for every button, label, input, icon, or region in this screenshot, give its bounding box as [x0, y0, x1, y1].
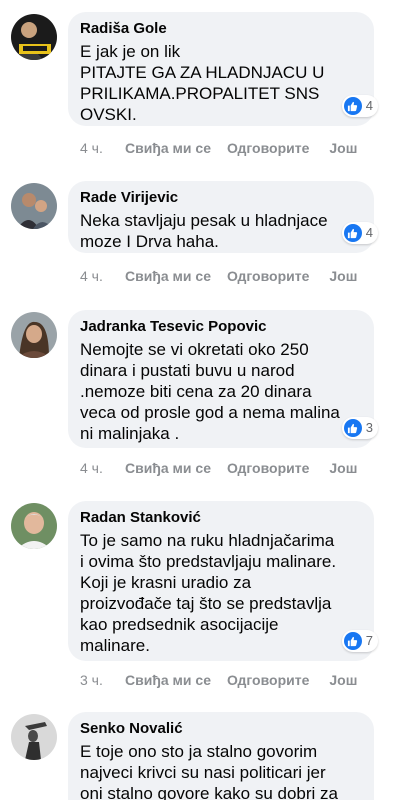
- comment-timestamp[interactable]: 3 ч.: [80, 672, 125, 688]
- comment-bubble: Radiša Gole E jak je on lik PITAJTE GA Z…: [68, 12, 378, 126]
- more-button[interactable]: Још: [329, 460, 357, 476]
- comment-bubble: Radan Stanković To je samo na ruku hladn…: [68, 501, 378, 661]
- like-icon: [343, 419, 362, 437]
- profile-photo-avatar: [11, 714, 57, 760]
- comment-text: To je samo na ruku hladnjačarima i ovima…: [80, 531, 337, 655]
- comment-author[interactable]: Rade Virijevic: [80, 188, 362, 208]
- comment-timestamp[interactable]: 4 ч.: [80, 460, 125, 476]
- comment-author[interactable]: Senko Novalić: [80, 719, 362, 739]
- reaction-summary[interactable]: 4: [341, 222, 378, 244]
- comment-bubble: Senko Novalić E toje ono sto ja stalno g…: [68, 712, 374, 800]
- reply-button[interactable]: Одговорите: [227, 140, 309, 156]
- comment-text: Nemojte se vi okretati oko 250 dinara i …: [80, 340, 340, 443]
- comment-timestamp[interactable]: 4 ч.: [80, 268, 125, 284]
- user-avatar[interactable]: [11, 312, 57, 358]
- comment-feed: Radiša Gole E jak je on lik PITAJTE GA Z…: [0, 0, 413, 800]
- comment-author[interactable]: Radiša Gole: [80, 19, 362, 39]
- comment-text: E jak je on lik PITAJTE GA ZA HLADNJACU …: [80, 42, 325, 124]
- comment-actions: 4 ч. Свиђа ми се Одговорите Још: [80, 460, 373, 476]
- comment-actions: 4 ч. Свиђа ми се Одговорите Још: [80, 140, 373, 156]
- reply-button[interactable]: Одговорите: [227, 460, 309, 476]
- like-icon: [343, 97, 362, 115]
- user-avatar[interactable]: [11, 714, 57, 760]
- more-button[interactable]: Још: [329, 672, 357, 688]
- user-avatar[interactable]: [11, 503, 57, 549]
- comment-bubble: Jadranka Tesevic Popovic Nemojte se vi o…: [68, 310, 378, 448]
- comment-bubble: Rade Virijevic Neka stavljaju pesak u hl…: [68, 181, 378, 253]
- profile-photo-avatar: [11, 503, 57, 549]
- user-avatar[interactable]: [11, 183, 57, 229]
- reaction-count: 3: [365, 420, 373, 435]
- reply-button[interactable]: Одговорите: [227, 672, 309, 688]
- more-button[interactable]: Још: [329, 268, 357, 284]
- reaction-count: 7: [365, 633, 373, 648]
- reaction-summary[interactable]: 7: [341, 630, 378, 652]
- like-button[interactable]: Свиђа ми се: [125, 460, 211, 476]
- comment-actions: 4 ч. Свиђа ми се Одговорите Још: [80, 268, 373, 284]
- more-button[interactable]: Још: [329, 140, 357, 156]
- reaction-summary[interactable]: 3: [341, 417, 378, 439]
- profile-photo-avatar: [11, 183, 57, 229]
- reaction-count: 4: [365, 98, 373, 113]
- comment-text: E toje ono sto ja stalno govorim najveci…: [80, 742, 338, 800]
- like-button[interactable]: Свиђа ми се: [125, 268, 211, 284]
- comment-author[interactable]: Jadranka Tesevic Popovic: [80, 317, 362, 337]
- comment-author[interactable]: Radan Stanković: [80, 508, 362, 528]
- reply-button[interactable]: Одговорите: [227, 268, 309, 284]
- comment-text: Neka stavljaju pesak u hladnjace moze I …: [80, 211, 328, 251]
- like-icon: [343, 224, 362, 242]
- comment-actions: 3 ч. Свиђа ми се Одговорите Још: [80, 672, 373, 688]
- comment-timestamp[interactable]: 4 ч.: [80, 140, 125, 156]
- profile-photo-avatar: [11, 312, 57, 358]
- profile-photo-avatar: [11, 14, 57, 60]
- reaction-summary[interactable]: 4: [341, 95, 378, 117]
- like-button[interactable]: Свиђа ми се: [125, 672, 211, 688]
- like-button[interactable]: Свиђа ми се: [125, 140, 211, 156]
- user-avatar[interactable]: [11, 14, 57, 60]
- like-icon: [343, 632, 362, 650]
- reaction-count: 4: [365, 225, 373, 240]
